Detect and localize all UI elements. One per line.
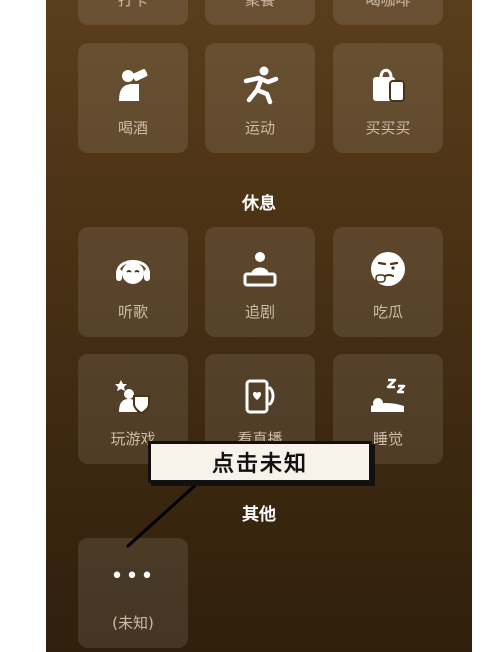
status-tile-sports[interactable]: 运动 (205, 43, 315, 153)
tile-label: 聚餐 (244, 0, 275, 9)
status-tile-gossip[interactable]: 吃瓜 (333, 227, 443, 337)
tile-label: 买买买 (365, 119, 411, 137)
tile-label: 听歌 (117, 303, 148, 321)
drinking-icon (119, 69, 148, 101)
running-icon (243, 66, 279, 105)
tile-label: 吃瓜 (372, 303, 403, 321)
more-dots-icon: ••• (110, 564, 156, 589)
status-tile-dinner[interactable]: 聚餐 (205, 0, 315, 25)
tile-label: 追剧 (244, 303, 275, 321)
thinking-face-icon (371, 252, 405, 286)
status-tile-shopping[interactable]: 买买买 (333, 43, 443, 153)
status-tile-music[interactable]: 听歌 (78, 227, 188, 337)
status-tile-unknown[interactable]: ••• (未知) (78, 538, 188, 648)
tile-label: 打卡 (117, 0, 148, 9)
status-picker-panel: 打卡 聚餐 喝咖啡 喝酒 运动 买买买 休息 听歌 追剧 吃瓜 玩游戏 看直播 … (46, 0, 472, 652)
status-tile-drama[interactable]: 追剧 (205, 227, 315, 337)
status-tile-coffee[interactable]: 喝咖啡 (333, 0, 443, 25)
section-title-rest: 休息 (242, 194, 276, 214)
tile-label: 运动 (244, 119, 275, 137)
sleep-icon (371, 378, 406, 412)
tile-label: (未知) (112, 614, 154, 632)
tile-label: 喝咖啡 (365, 0, 411, 9)
tv-viewer-icon (243, 252, 277, 287)
phone-heart-icon (245, 379, 275, 414)
headphones-icon (116, 260, 150, 284)
status-tile-drinking[interactable]: 喝酒 (78, 43, 188, 153)
game-character-icon (115, 380, 150, 415)
annotation-callout: 点击未知 (148, 441, 372, 483)
section-title-other: 其他 (242, 505, 276, 525)
tile-label: 喝酒 (117, 119, 148, 137)
shopping-bag-icon (373, 68, 405, 102)
status-tile-checkin[interactable]: 打卡 (78, 0, 188, 25)
